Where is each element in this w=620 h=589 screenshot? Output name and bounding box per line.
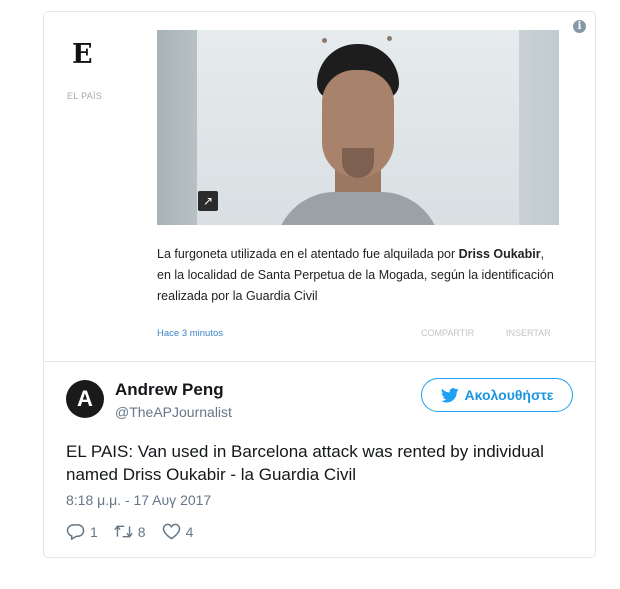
retweet-icon <box>114 525 133 538</box>
source-name: EL PAÍS <box>67 91 103 101</box>
reply-count: 1 <box>90 523 98 540</box>
retweet-count: 8 <box>137 523 146 540</box>
like-count: 4 <box>185 523 194 540</box>
embed-button[interactable]: INSERTAR <box>506 328 551 338</box>
author-name[interactable]: Andrew Peng <box>115 380 224 400</box>
share-button[interactable]: COMPARTIR <box>421 328 474 338</box>
time-ago-link[interactable]: Hace 3 minutos <box>157 328 223 339</box>
el-pais-logo[interactable]: E <box>72 39 93 70</box>
expand-icon[interactable]: ↗ <box>198 191 218 211</box>
follow-button[interactable]: Ακολουθήστε <box>421 378 573 412</box>
heart-icon <box>162 523 180 540</box>
article-text: La furgoneta utilizada en el atentado fu… <box>157 247 554 303</box>
reply-icon <box>66 524 85 540</box>
twitter-bird-icon <box>440 387 459 402</box>
like-button[interactable]: 4 <box>162 523 194 540</box>
author-handle[interactable]: @TheAPJournalist <box>115 404 232 420</box>
follow-label: Ακολουθήστε <box>464 387 554 403</box>
reply-button[interactable]: 1 <box>66 523 98 540</box>
divider <box>44 361 595 362</box>
tweet-actions: 1 8 4 <box>66 523 193 540</box>
suspect-name: Driss Oukabir <box>458 247 541 261</box>
tweet-text: EL PAIS: Van used in Barcelona attack wa… <box>66 442 544 484</box>
tweet-timestamp[interactable]: 8:18 μ.μ. - 17 Αυγ 2017 <box>66 492 211 508</box>
avatar[interactable]: A <box>66 380 104 418</box>
retweet-button[interactable]: 8 <box>114 523 146 540</box>
info-icon[interactable]: i <box>573 20 586 33</box>
